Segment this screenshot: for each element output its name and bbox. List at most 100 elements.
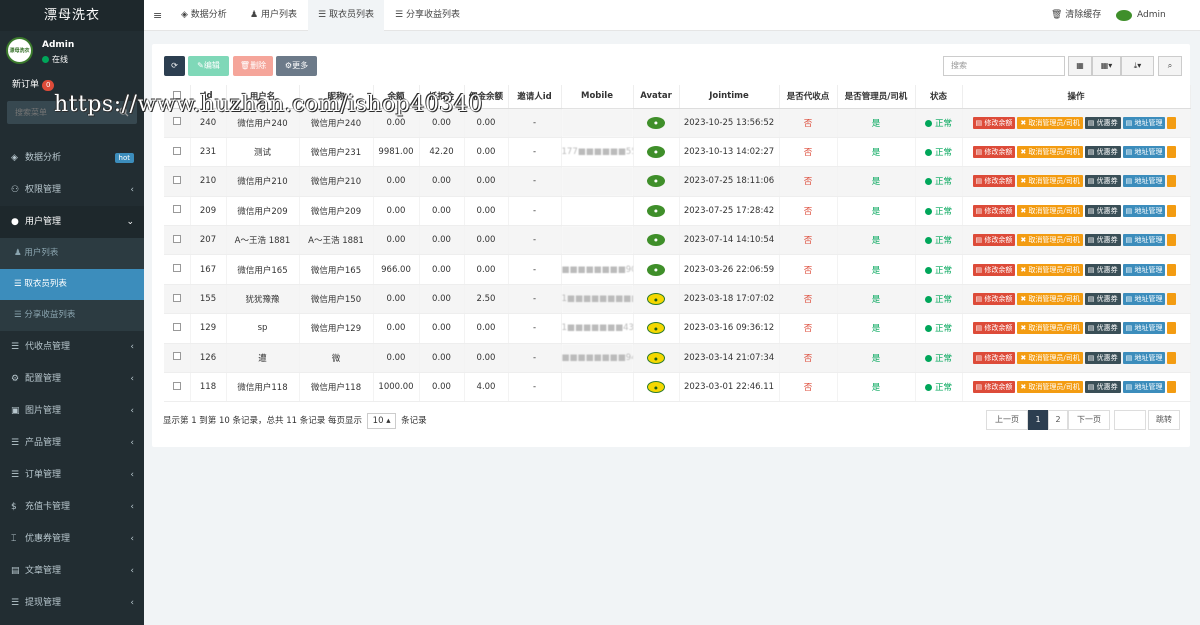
address-button[interactable]: ▤ 地址管理 [1122,175,1166,188]
cancel-admin-button[interactable]: ✖ 取消管理员/司机 [1017,381,1083,394]
coupon-button[interactable]: ▤ 优惠券 [1084,175,1121,188]
page-1-button[interactable]: 1 [1028,410,1048,430]
address-button[interactable]: ▤ 地址管理 [1122,351,1166,364]
sidebar-item-coupons[interactable]: ⌶ 优惠券管理 ‹ [0,523,144,555]
delete-button[interactable]: 🗑删除 [233,56,273,76]
sidebar-item-orders[interactable]: ☰ 订单管理 ‹ [0,459,144,491]
menu-toggle-icon[interactable]: ≡ [153,0,162,31]
sidebar-subitem-collector-list[interactable]: ☰ 取衣员列表 [0,269,144,300]
next-page-button[interactable]: 下一页 [1068,410,1110,430]
tab-share-income[interactable]: ☰ 分享收益列表 [385,0,475,31]
extra-action-button[interactable] [1167,351,1176,364]
page-size-select[interactable]: 10 ▴ [366,413,397,429]
address-button[interactable]: ▤ 地址管理 [1122,322,1166,335]
cancel-admin-button[interactable]: ✖ 取消管理员/司机 [1017,293,1083,306]
coupon-button[interactable]: ▤ 优惠券 [1084,381,1121,394]
cancel-admin-button[interactable]: ✖ 取消管理员/司机 [1017,234,1083,247]
column-header-admin-driver[interactable]: 是否管理员/司机 [837,85,916,109]
sidebar-item-recharge[interactable]: $ 充值卡管理 ‹ [0,491,144,523]
sidebar-subitem-user-list[interactable]: ♟ 用户列表 [0,238,144,269]
extra-action-button[interactable] [1167,234,1176,247]
sidebar-item-permissions[interactable]: ⚇ 权限管理 ‹ [0,174,144,206]
table-row[interactable]: 207 A～王浩 1881 A～王浩 1881 0.00 0.00 0.00- ● 2023-… [164,225,1191,256]
column-header-id[interactable]: Id [190,85,227,109]
column-header-jointime[interactable]: Jointime [679,85,780,109]
cancel-admin-button[interactable]: ✖ 取消管理员/司机 [1017,263,1083,276]
advanced-search-button[interactable]: ⌕ [1158,56,1182,76]
row-checkbox[interactable] [164,166,191,197]
address-button[interactable]: ▤ 地址管理 [1122,204,1166,217]
column-header-avatar[interactable]: Avatar [633,85,680,109]
edit-balance-button[interactable]: ▤ 修改余额 [972,351,1016,364]
table-search-input[interactable]: 搜索 [943,56,1065,76]
table-row[interactable]: 118 微信用户118 微信用户118 1000.00 0.00 4.00- ● 2023-0… [164,372,1191,403]
coupon-button[interactable]: ▤ 优惠券 [1084,146,1121,159]
cancel-admin-button[interactable]: ✖ 取消管理员/司机 [1017,351,1083,364]
extra-action-button[interactable] [1167,116,1176,129]
table-row[interactable]: 240 微信用户240 微信用户240 0.00 0.00 0.00- ● 2023-10-2… [164,108,1191,138]
coupon-button[interactable]: ▤ 优惠券 [1084,322,1121,335]
extra-action-button[interactable] [1167,146,1176,159]
column-header-username[interactable]: 用户名 [226,85,300,109]
row-checkbox[interactable] [164,108,191,138]
column-header-collect-point[interactable]: 是否代收点 [779,85,838,109]
cancel-admin-button[interactable]: ✖ 取消管理员/司机 [1017,116,1083,129]
edit-balance-button[interactable]: ▤ 修改余额 [972,146,1016,159]
coupon-button[interactable]: ▤ 优惠券 [1084,293,1121,306]
extra-action-button[interactable] [1167,204,1176,217]
coupon-button[interactable]: ▤ 优惠券 [1084,263,1121,276]
sidebar-item-articles[interactable]: ▤ 文章管理 ‹ [0,555,144,587]
search-icon[interactable] [119,107,129,117]
extra-action-button[interactable] [1167,263,1176,276]
sidebar-subitem-share-income[interactable]: ☰ 分享收益列表 [0,300,144,331]
row-checkbox[interactable] [164,313,191,344]
row-checkbox[interactable] [164,284,191,315]
column-header-inviter[interactable]: 邀请人id [508,85,562,109]
tab-collector-list[interactable]: ☰ 取衣员列表 [308,0,384,31]
table-row[interactable]: 167 微信用户165 微信用户165 966.00 0.00 0.00- ■■■■■■■■… [164,254,1191,285]
edit-balance-button[interactable]: ▤ 修改余额 [972,204,1016,217]
sidebar-item-analytics[interactable]: ◈ 数据分析 hot [0,142,144,174]
row-checkbox[interactable] [164,372,191,403]
edit-balance-button[interactable]: ▤ 修改余额 [972,263,1016,276]
cancel-admin-button[interactable]: ✖ 取消管理员/司机 [1017,204,1083,217]
jump-page-input[interactable] [1114,410,1146,430]
edit-button[interactable]: ✎编辑 [188,56,229,76]
admin-avatar[interactable] [1116,0,1134,31]
cancel-admin-button[interactable]: ✖ 取消管理员/司机 [1017,146,1083,159]
extra-action-button[interactable] [1167,293,1176,306]
refresh-button[interactable]: ⟳ [164,56,185,76]
sidebar-item-users[interactable]: ● 用户管理 ⌄ [0,206,144,238]
edit-balance-button[interactable]: ▤ 修改余额 [972,116,1016,129]
coupon-button[interactable]: ▤ 优惠券 [1084,351,1121,364]
cancel-admin-button[interactable]: ✖ 取消管理员/司机 [1017,175,1083,188]
row-checkbox[interactable] [164,225,191,256]
row-checkbox[interactable] [164,254,191,285]
more-button[interactable]: ⚙更多 [276,56,317,76]
admin-name[interactable]: Admin [1137,0,1166,31]
select-all-checkbox[interactable] [164,85,191,109]
sidebar-item-collect-point[interactable]: ☰ 代收点管理 ‹ [0,331,144,363]
extra-action-button[interactable] [1167,381,1176,394]
new-order[interactable]: 新订单 0 [0,75,144,95]
table-row[interactable]: 155 犹犹豫豫 微信用户150 0.00 0.00 2.50-1■■■■■■■■■ ● 20… [164,284,1191,315]
table-row[interactable]: 231 测试 微信用户231 9981.00 42.20 0.00-177■■■■■■55… [164,137,1191,168]
table-row[interactable]: 209 微信用户209 微信用户209 0.00 0.00 0.00- ● 2023-07-2… [164,196,1191,227]
sidebar-item-withdraw[interactable]: ☰ 提现管理 ‹ [0,587,144,619]
table-row[interactable]: 126 遭微 0.00 0.00 0.00- ■■■■■■■■94 ● 2023-03-14 … [164,343,1191,374]
toggle-view-button[interactable]: ▦ [1068,56,1092,76]
sidebar-search-input[interactable] [7,101,137,124]
edit-balance-button[interactable]: ▤ 修改余额 [972,381,1016,394]
column-header-mobile[interactable]: Mobile [561,85,634,109]
row-checkbox[interactable] [164,137,191,168]
sidebar-item-images[interactable]: ▣ 图片管理 ‹ [0,395,144,427]
clear-cache-button[interactable]: 🗑 清除缓存 [1051,0,1101,31]
address-button[interactable]: ▤ 地址管理 [1122,263,1166,276]
address-button[interactable]: ▤ 地址管理 [1122,116,1166,129]
page-2-button[interactable]: 2 [1048,410,1068,430]
tab-user-list[interactable]: ♟ 用户列表 [241,0,305,31]
column-header-deduct[interactable]: 抵扣金 [419,85,465,109]
extra-action-button[interactable] [1167,175,1176,188]
table-row[interactable]: 129 sp 微信用户129 0.00 0.00 0.00-1■■■■■■■43 ● 2023… [164,313,1191,344]
address-button[interactable]: ▤ 地址管理 [1122,381,1166,394]
